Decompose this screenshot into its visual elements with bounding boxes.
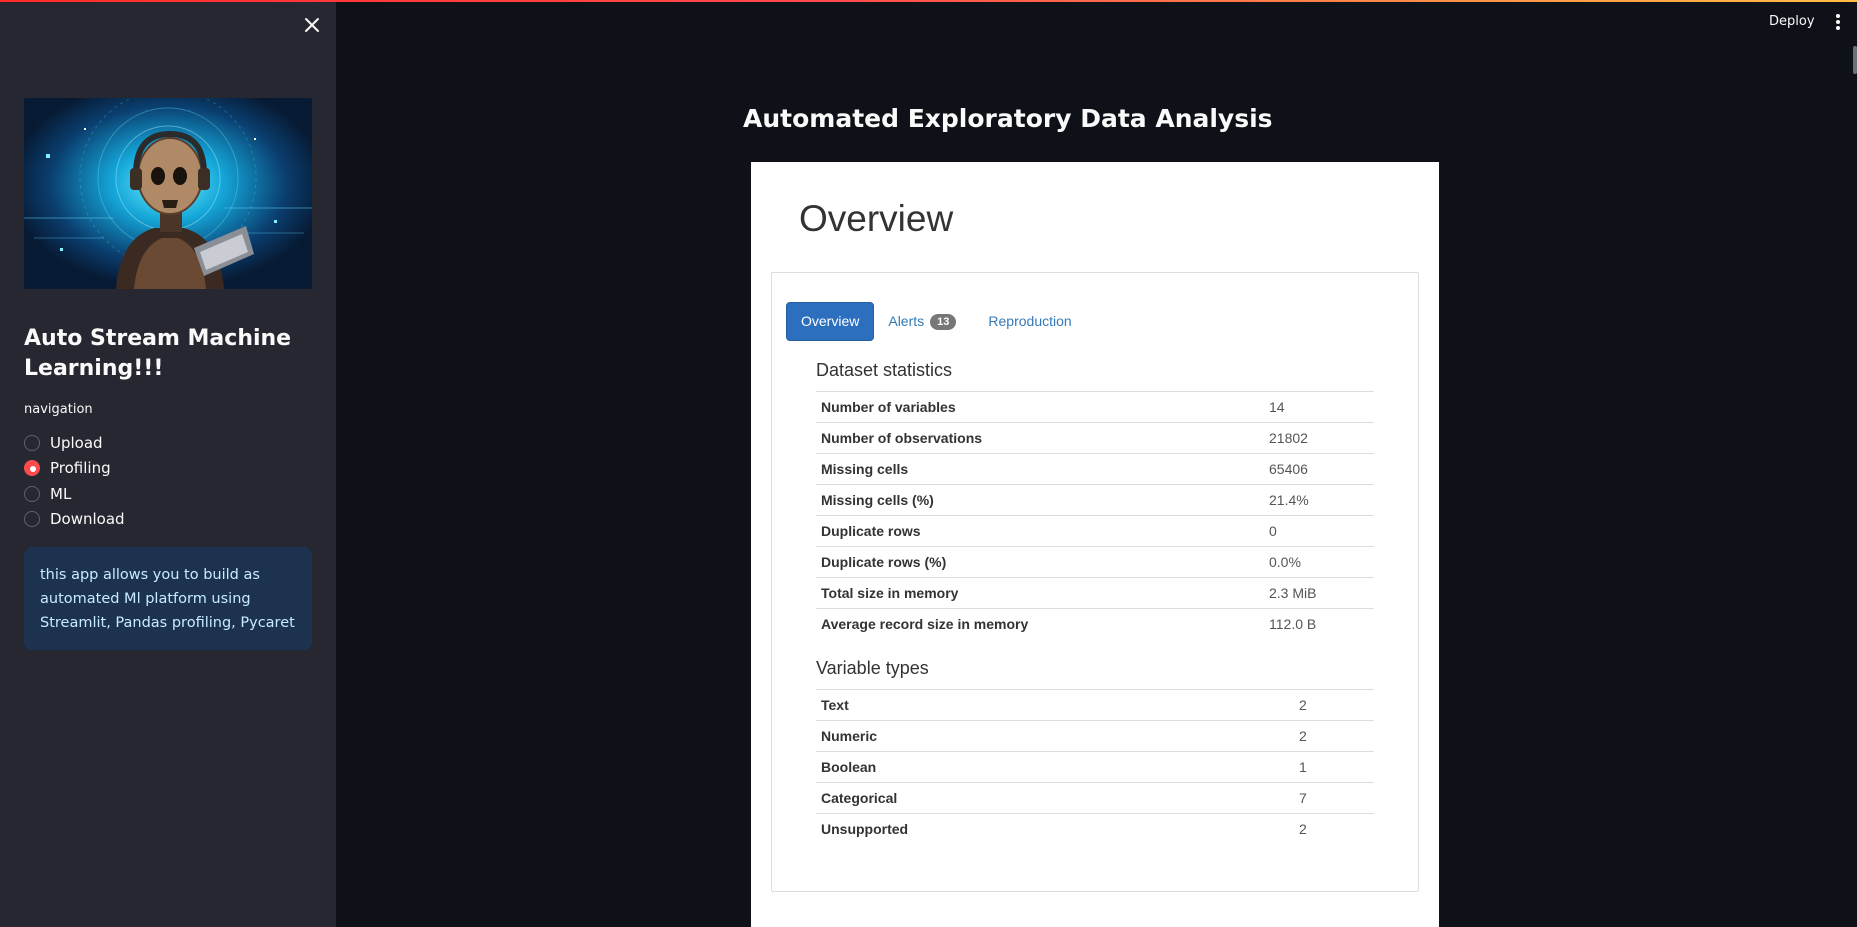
nav-option-label: Profiling: [50, 459, 111, 478]
nav-option-ml[interactable]: ML: [24, 481, 125, 507]
stat-label: Number of observations: [816, 422, 1264, 454]
stat-value: 65406: [1264, 453, 1374, 485]
table-row: Numeric 2: [816, 720, 1374, 752]
table-row: Duplicate rows 0: [816, 515, 1374, 547]
tab-label: Overview: [801, 313, 860, 329]
type-count: 1: [1294, 751, 1374, 783]
tab-alerts[interactable]: Alerts 13: [874, 302, 970, 341]
type-count: 2: [1294, 689, 1374, 721]
tab-label: Reproduction: [988, 313, 1072, 329]
table-row: Average record size in memory 112.0 B: [816, 608, 1374, 640]
report-heading: Overview: [799, 198, 954, 239]
nav-option-label: Upload: [50, 433, 103, 452]
profiling-report: Overview Overview Alerts 13 Reproduction…: [751, 162, 1439, 927]
table-row: Duplicate rows (%) 0.0%: [816, 546, 1374, 578]
nav-option-label: Download: [50, 510, 125, 529]
variable-types-table: Text 2 Numeric 2 Boolean 1 Categorical 7 Uns…: [816, 689, 1374, 845]
dataset-statistics-table: Number of variables 14 Number of observat…: [816, 391, 1374, 640]
stat-label: Duplicate rows: [816, 515, 1264, 547]
info-box: this app allows you to build as automate…: [24, 547, 312, 650]
stat-label: Missing cells (%): [816, 484, 1264, 516]
stat-value: 21802: [1264, 422, 1374, 454]
top-decoration-bar: [0, 0, 1857, 2]
nav-option-upload[interactable]: Upload: [24, 430, 125, 456]
radio-checked-icon[interactable]: [24, 460, 40, 477]
type-label: Numeric: [816, 720, 1294, 752]
stat-label: Average record size in memory: [816, 608, 1264, 640]
table-row: Boolean 1: [816, 751, 1374, 783]
navigation-label: navigation: [24, 402, 93, 417]
tab-overview[interactable]: Overview: [786, 302, 875, 341]
stat-value: 112.0 B: [1264, 608, 1374, 640]
type-count: 2: [1294, 813, 1374, 845]
table-row: Number of variables 14: [816, 391, 1374, 423]
stat-value: 21.4%: [1264, 484, 1374, 516]
stat-label: Total size in memory: [816, 577, 1264, 609]
report-tabs: Overview Alerts 13 Reproduction: [786, 302, 1086, 341]
tab-reproduction[interactable]: Reproduction: [974, 302, 1085, 341]
scrollbar-thumb[interactable]: [1853, 46, 1857, 74]
dataset-statistics-title: Dataset statistics: [816, 360, 953, 380]
stat-label: Duplicate rows (%): [816, 546, 1264, 578]
stat-value: 0: [1264, 515, 1374, 547]
navigation-radio-group: Upload Profiling ML Download: [24, 430, 125, 532]
page-title: Automated Exploratory Data Analysis: [743, 104, 1273, 133]
nav-option-label: ML: [50, 484, 72, 503]
stat-label: Number of variables: [816, 391, 1264, 423]
app-title: Auto Stream Machine Learning!!!: [24, 326, 292, 381]
radio-icon[interactable]: [24, 511, 40, 528]
deploy-button[interactable]: Deploy: [1769, 14, 1815, 29]
alerts-count-badge: 13: [930, 313, 957, 330]
nav-option-profiling[interactable]: Profiling: [24, 456, 125, 482]
tab-label: Alerts: [888, 313, 925, 329]
stat-value: 0.0%: [1264, 546, 1374, 578]
nav-option-download[interactable]: Download: [24, 507, 125, 533]
stat-value: 14: [1264, 391, 1374, 423]
type-label: Boolean: [816, 751, 1294, 783]
overview-panel: Overview Alerts 13 Reproduction Dataset …: [771, 272, 1419, 892]
table-row: Total size in memory 2.3 MiB: [816, 577, 1374, 609]
table-row: Missing cells 65406: [816, 453, 1374, 485]
type-count: 7: [1294, 782, 1374, 814]
close-icon[interactable]: [300, 13, 324, 37]
table-row: Categorical 7: [816, 782, 1374, 814]
type-label: Unsupported: [816, 813, 1294, 845]
table-row: Missing cells (%) 21.4%: [816, 484, 1374, 516]
table-row: Unsupported 2: [816, 813, 1374, 845]
type-label: Text: [816, 689, 1294, 721]
stat-label: Missing cells: [816, 453, 1264, 485]
type-label: Categorical: [816, 782, 1294, 814]
sidebar: Auto Stream Machine Learning!!! navigati…: [0, 0, 336, 927]
kebab-menu-icon[interactable]: [1832, 14, 1844, 34]
hero-image: [24, 98, 312, 289]
stat-value: 2.3 MiB: [1264, 577, 1374, 609]
variable-types-title: Variable types: [816, 658, 929, 678]
table-row: Number of observations 21802: [816, 422, 1374, 454]
radio-icon[interactable]: [24, 434, 40, 451]
radio-icon[interactable]: [24, 485, 40, 502]
type-count: 2: [1294, 720, 1374, 752]
table-row: Text 2: [816, 689, 1374, 721]
